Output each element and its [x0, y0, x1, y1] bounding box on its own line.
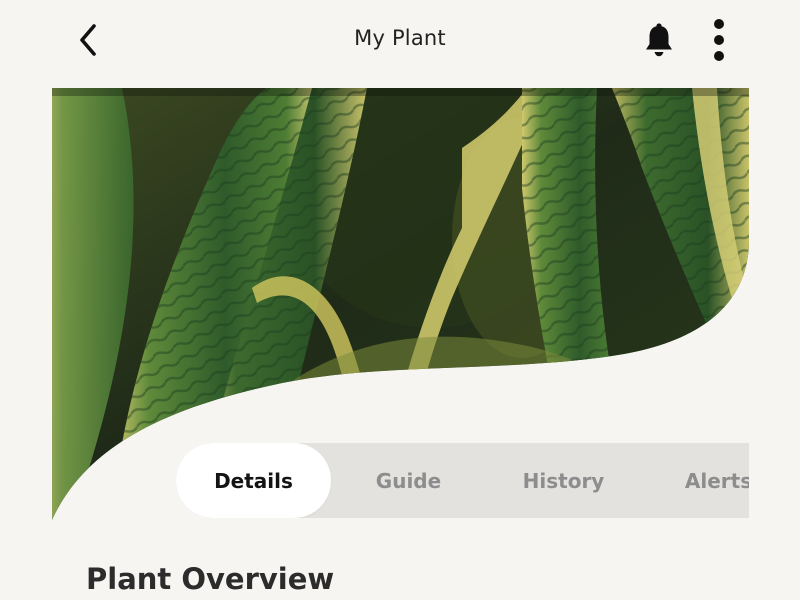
- bell-icon: [646, 23, 672, 57]
- section-title-plant-overview: Plant Overview: [86, 562, 335, 596]
- tab-history[interactable]: History: [486, 443, 641, 518]
- tab-guide[interactable]: Guide: [331, 443, 486, 518]
- tab-alerts[interactable]: Alerts: [641, 443, 749, 518]
- tab-bar: Details Guide History Alerts: [176, 443, 749, 518]
- plant-detail-screen: My Plant Details Guide History Alerts Pl…: [0, 0, 800, 600]
- tab-details[interactable]: Details: [176, 443, 331, 518]
- more-vertical-icon: [714, 19, 724, 61]
- more-options-button[interactable]: [702, 16, 736, 64]
- page-title: My Plant: [354, 26, 446, 50]
- top-app-bar: My Plant: [0, 0, 800, 86]
- notifications-button[interactable]: [638, 18, 680, 62]
